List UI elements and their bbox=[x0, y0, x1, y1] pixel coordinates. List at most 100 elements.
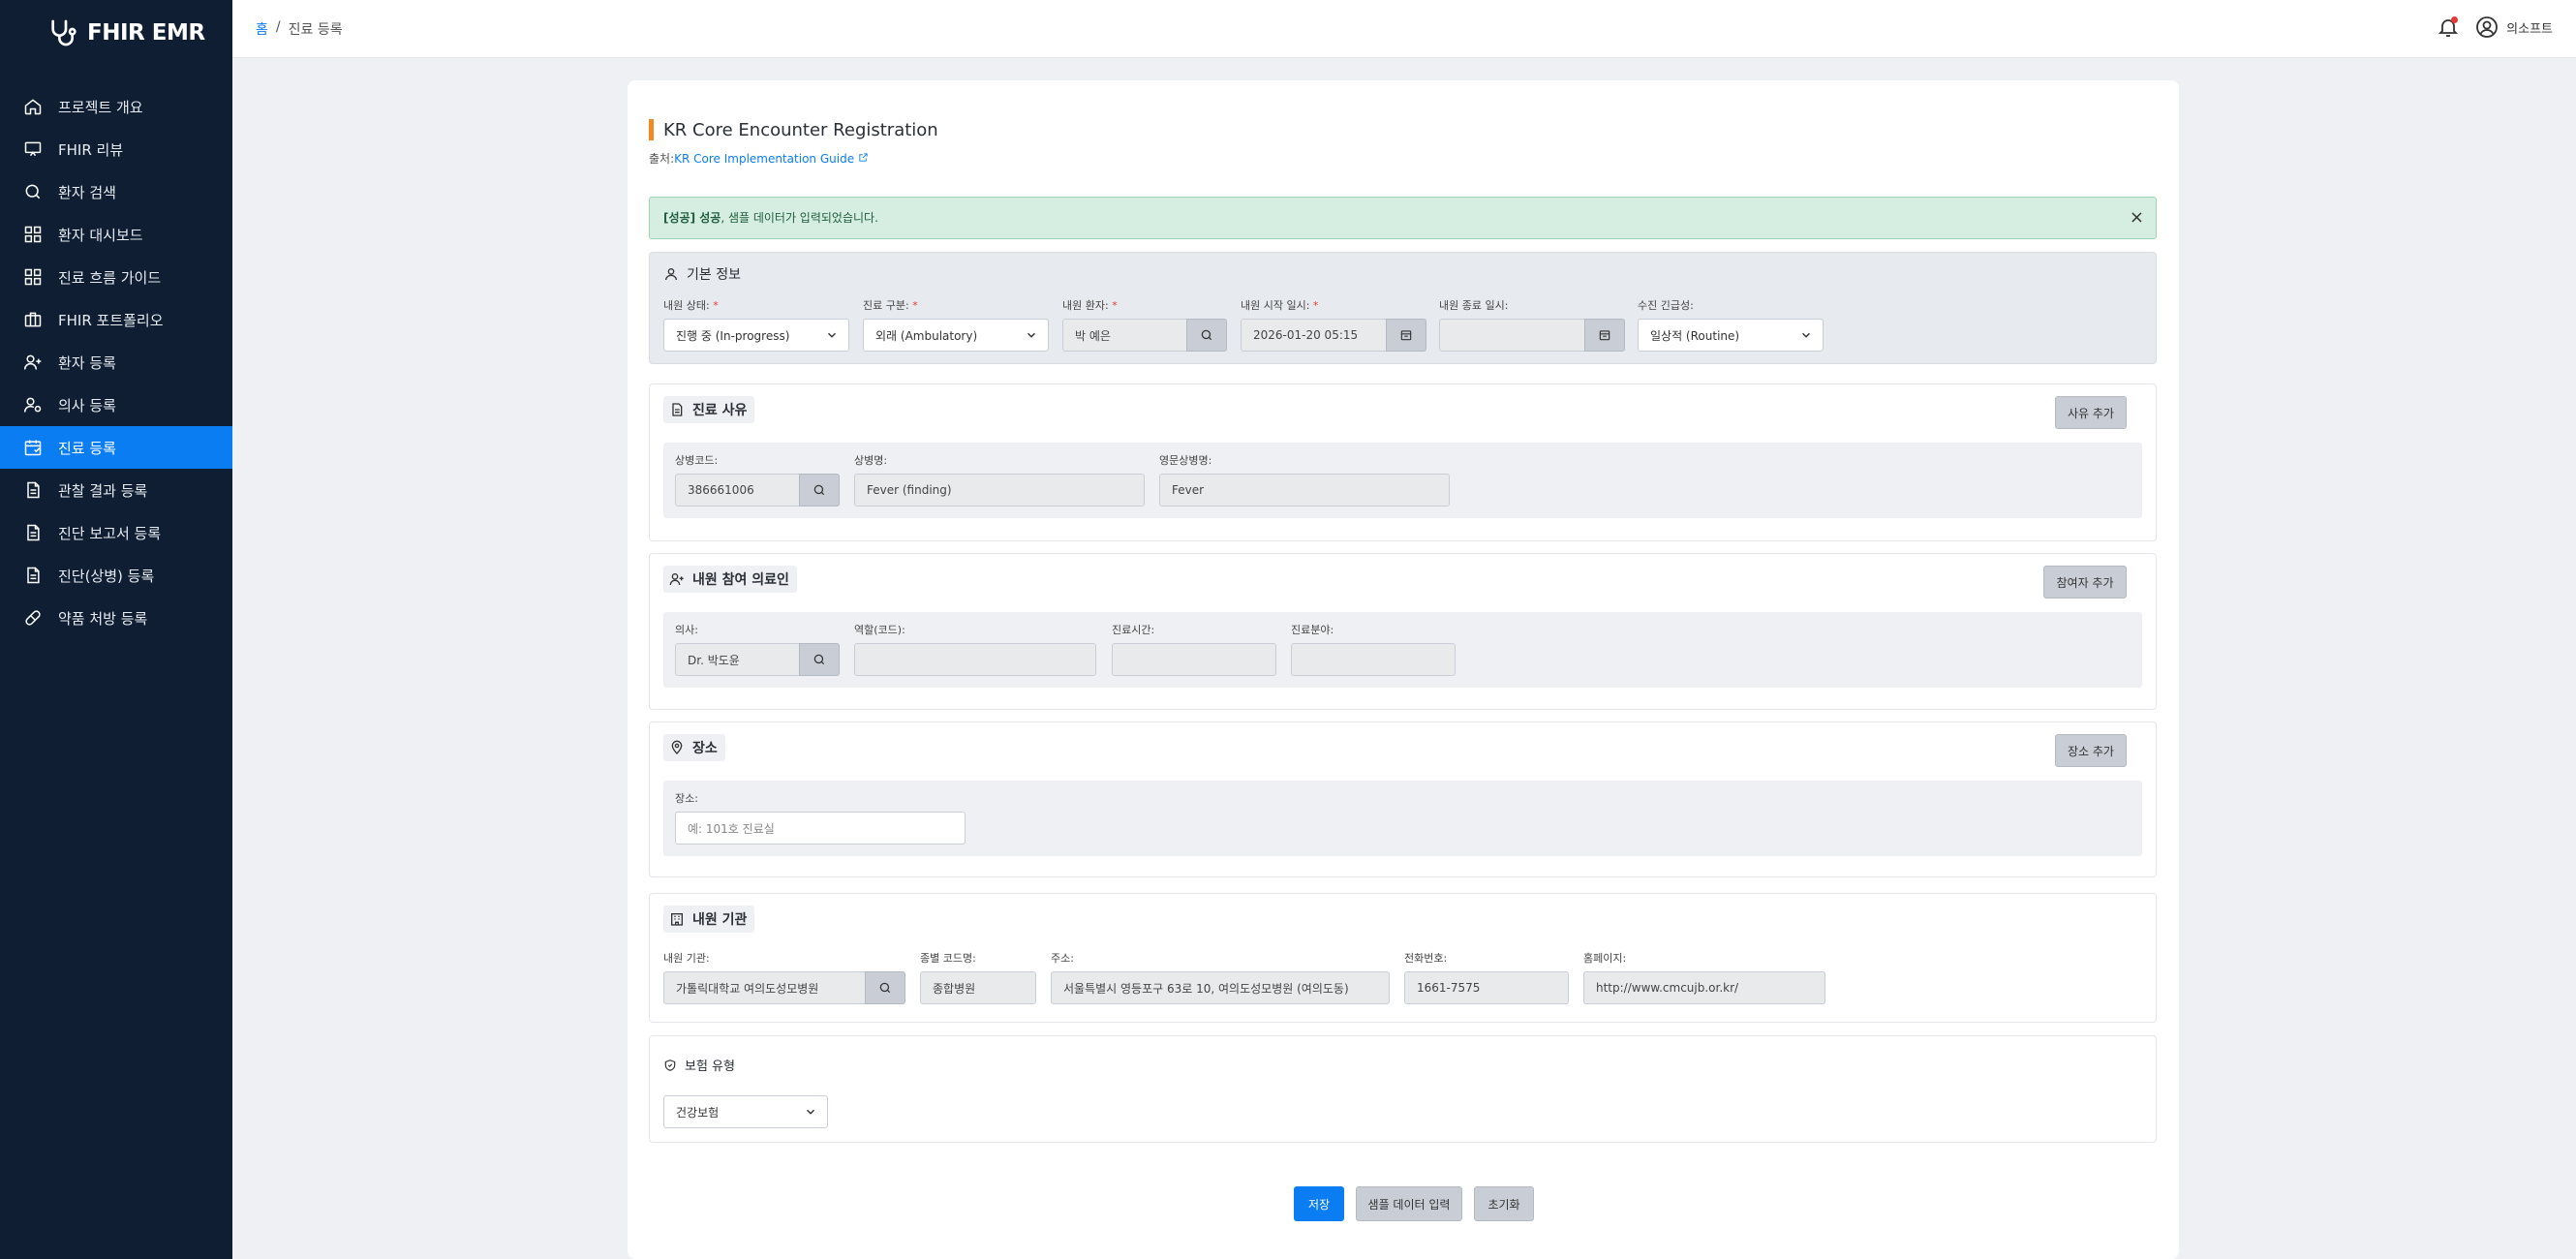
chevron-down-icon bbox=[827, 332, 837, 338]
reason-english-input[interactable]: Fever bbox=[1159, 474, 1450, 507]
external-link-icon[interactable] bbox=[858, 152, 869, 163]
chevron-down-icon bbox=[806, 1109, 815, 1115]
patient-search-button[interactable] bbox=[1186, 319, 1227, 352]
insurance-select[interactable]: 건강보험 bbox=[663, 1095, 828, 1128]
class-field: 진료 구분: * 외래 (Ambulatory) bbox=[863, 297, 1049, 352]
doctor-input[interactable]: Dr. 박도윤 bbox=[675, 643, 840, 676]
stethoscope-icon bbox=[51, 19, 77, 46]
end-calendar-button[interactable] bbox=[1584, 319, 1625, 352]
start-datetime-input[interactable]: 2026-01-20 05:15 bbox=[1241, 319, 1426, 352]
location-section: 장소 장소 추가 장소: 예: 101호 진료실 bbox=[649, 722, 2157, 877]
reason-search-button[interactable] bbox=[799, 474, 840, 507]
source-line: 출처:KR Core Implementation Guide bbox=[649, 150, 869, 167]
sidebar-item-label: 진단 보고서 등록 bbox=[58, 524, 162, 542]
sidebar-item-encounter-register[interactable]: 진료 등록 bbox=[0, 426, 232, 469]
org-phone-input[interactable]: 1661-7575 bbox=[1404, 971, 1569, 1004]
calendar-icon bbox=[24, 440, 42, 456]
org-phone-field: 전화번호: 1661-7575 bbox=[1404, 950, 1569, 1004]
status-field: 내원 상태: * 진행 중 (In-progress) bbox=[663, 297, 849, 352]
source-link[interactable]: KR Core Implementation Guide bbox=[674, 152, 854, 166]
org-name-field: 내원 기관: 가톨릭대학교 여의도성모병원 bbox=[663, 950, 905, 1004]
app-logo[interactable]: FHIR EMR bbox=[0, 0, 232, 66]
shield-check-icon bbox=[664, 1059, 676, 1071]
role-input[interactable] bbox=[854, 643, 1096, 676]
search-icon bbox=[879, 982, 891, 994]
add-participant-button[interactable]: 참여자 추가 bbox=[2043, 566, 2127, 599]
sidebar-item-observation-register[interactable]: 관찰 결과 등록 bbox=[0, 469, 232, 511]
sidebar-item-label: 관찰 결과 등록 bbox=[58, 481, 148, 500]
user-menu[interactable]: 의소프트 bbox=[2475, 15, 2553, 39]
page-title: KR Core Encounter Registration bbox=[649, 119, 938, 140]
reason-code-input[interactable]: 386661006 bbox=[675, 474, 840, 507]
field-label: 의사: bbox=[675, 624, 698, 636]
field-label: 전화번호: bbox=[1404, 952, 1448, 965]
user-icon bbox=[665, 268, 677, 281]
sidebar-item-fhir-review[interactable]: FHIR 리뷰 bbox=[0, 128, 232, 170]
document-icon bbox=[27, 567, 40, 584]
field-label: 장소: bbox=[675, 792, 698, 805]
reset-button[interactable]: 초기화 bbox=[1474, 1186, 1534, 1221]
section-header: 장소 bbox=[663, 734, 725, 761]
end-datetime-input[interactable] bbox=[1439, 319, 1625, 352]
field-label: 내원 시작 일시: * bbox=[1241, 299, 1319, 312]
sidebar-item-patient-register[interactable]: 환자 등록 bbox=[0, 341, 232, 384]
org-type-input[interactable]: 종합병원 bbox=[920, 971, 1036, 1004]
insurance-field: 건강보험 bbox=[663, 1095, 828, 1128]
org-address-input[interactable]: 서울특별시 영등포구 63로 10, 여의도성모병원 (여의도동) bbox=[1051, 971, 1390, 1004]
document-icon bbox=[672, 403, 683, 416]
class-select[interactable]: 외래 (Ambulatory) bbox=[863, 319, 1049, 352]
sidebar-item-patient-dashboard[interactable]: 환자 대시보드 bbox=[0, 213, 232, 256]
specialty-input[interactable] bbox=[1291, 643, 1456, 676]
breadcrumb-home-link[interactable]: 홈 bbox=[256, 19, 268, 39]
reason-section: 진료 사유 사유 추가 상병코드: 386661006 상병명: Fever (… bbox=[649, 384, 2157, 541]
breadcrumb-current: 진료 등록 bbox=[288, 22, 343, 38]
specialty-field: 진료분야: bbox=[1291, 622, 1456, 676]
sidebar-item-label: 프로젝트 개요 bbox=[58, 98, 143, 116]
user-name: 의소프트 bbox=[2506, 21, 2553, 37]
sidebar-item-label: 진료 등록 bbox=[58, 439, 116, 457]
building-icon bbox=[671, 913, 683, 926]
location-input[interactable]: 예: 101호 진료실 bbox=[675, 812, 966, 844]
priority-select[interactable]: 일상적 (Routine) bbox=[1638, 319, 1824, 352]
sidebar-item-patient-search[interactable]: 환자 검색 bbox=[0, 170, 232, 213]
search-icon bbox=[25, 184, 41, 200]
sidebar-item-label: 환자 등록 bbox=[58, 353, 116, 372]
source-prefix: 출처: bbox=[649, 152, 675, 166]
notification-button[interactable] bbox=[2437, 15, 2460, 39]
pill-icon bbox=[25, 610, 41, 626]
close-alert-button[interactable]: × bbox=[2130, 207, 2144, 228]
doctor-search-button[interactable] bbox=[799, 643, 840, 676]
status-select[interactable]: 진행 중 (In-progress) bbox=[663, 319, 849, 352]
user-gear-icon bbox=[23, 397, 42, 413]
field-label: 주소: bbox=[1051, 952, 1074, 965]
participant-section: 내원 참여 의료인 참여자 추가 의사: Dr. 박도윤 역할(코드): 진료시… bbox=[649, 553, 2157, 710]
search-icon bbox=[1201, 329, 1212, 341]
reason-name-input[interactable]: Fever (finding) bbox=[854, 474, 1145, 507]
calendar-icon bbox=[1400, 330, 1412, 341]
section-header: 내원 기관 bbox=[663, 906, 755, 933]
sidebar-item-diagnostic-report-register[interactable]: 진단 보고서 등록 bbox=[0, 511, 232, 554]
sidebar-item-project-overview[interactable]: 프로젝트 개요 bbox=[0, 85, 232, 128]
sample-data-button[interactable]: 샘플 데이터 입력 bbox=[1356, 1186, 1462, 1221]
sidebar-item-doctor-register[interactable]: 의사 등록 bbox=[0, 384, 232, 426]
field-label: 수진 긴급성: bbox=[1638, 299, 1694, 312]
section-header: 진료 사유 bbox=[663, 396, 755, 423]
sidebar-item-fhir-portfolio[interactable]: FHIR 포트폴리오 bbox=[0, 298, 232, 341]
org-search-button[interactable] bbox=[865, 971, 905, 1004]
patient-input[interactable]: 박 예은 bbox=[1062, 319, 1227, 352]
period-input[interactable] bbox=[1112, 643, 1276, 676]
sidebar-item-medication-register[interactable]: 약품 처방 등록 bbox=[0, 597, 232, 639]
alert-title: [성공] 성공 bbox=[663, 211, 721, 225]
field-label: 역할(코드): bbox=[854, 624, 905, 636]
org-name-input[interactable]: 가톨릭대학교 여의도성모병원 bbox=[663, 971, 905, 1004]
add-reason-button[interactable]: 사유 추가 bbox=[2055, 396, 2127, 429]
save-button[interactable]: 저장 bbox=[1294, 1186, 1344, 1221]
org-website-input[interactable]: http://www.cmcujb.or.kr/ bbox=[1583, 971, 1825, 1004]
start-calendar-button[interactable] bbox=[1386, 319, 1426, 352]
user-circle-icon bbox=[2476, 16, 2499, 38]
presentation-icon bbox=[24, 141, 42, 157]
document-icon bbox=[27, 524, 40, 541]
sidebar-item-care-flow-guide[interactable]: 진료 흐름 가이드 bbox=[0, 256, 232, 298]
sidebar-item-condition-register[interactable]: 진단(상병) 등록 bbox=[0, 554, 232, 597]
add-location-button[interactable]: 장소 추가 bbox=[2055, 734, 2127, 767]
